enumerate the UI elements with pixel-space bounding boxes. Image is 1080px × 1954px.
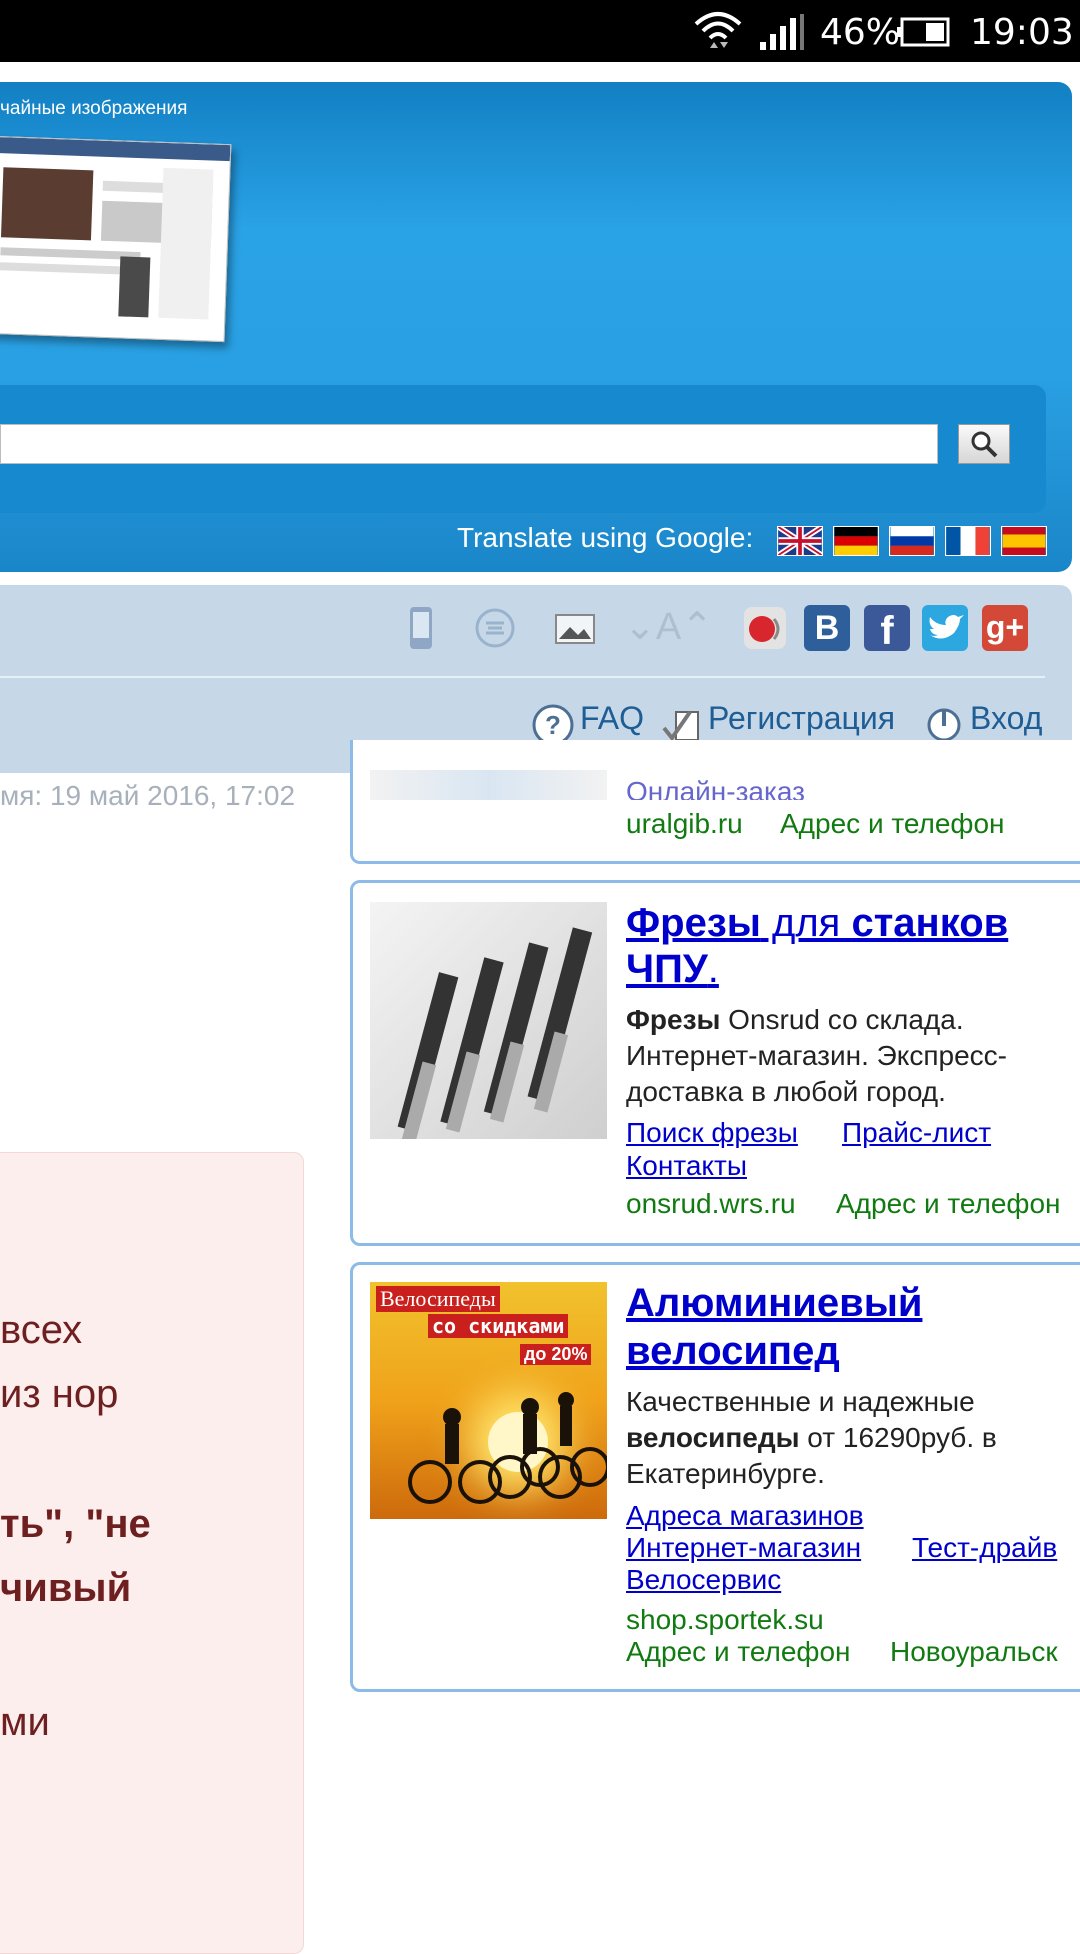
battery-percent: 46% — [820, 12, 901, 53]
ad-title-part[interactable]: . — [708, 947, 719, 991]
faq-link[interactable]: FAQ — [580, 700, 644, 737]
random-image-thumbnail[interactable] — [0, 135, 232, 343]
facebook-icon[interactable]: f — [864, 605, 910, 653]
ad-title[interactable]: Алюминиевый — [626, 1280, 922, 1326]
signal-icon — [760, 14, 804, 50]
post-box — [0, 1152, 304, 1954]
spanish-flag-icon[interactable] — [1001, 526, 1047, 556]
post-text-line: из нор — [0, 1372, 119, 1416]
ad-text: Качественные и надежные — [626, 1386, 975, 1417]
russian-flag-icon[interactable] — [889, 526, 935, 556]
uk-flag-icon[interactable] — [777, 526, 823, 556]
ad-address-link[interactable]: Адрес и телефон — [626, 1636, 851, 1668]
post-text-line: ми — [0, 1700, 50, 1744]
post-text-line: всех — [0, 1308, 83, 1352]
ad-image-text: до 20% — [520, 1344, 592, 1365]
ad-link[interactable]: Прайс-лист — [842, 1117, 991, 1149]
speaker-icon[interactable] — [742, 605, 788, 651]
ad-description: Фрезы Onsrud со склада. Интернет-магазин… — [626, 1002, 1066, 1110]
svg-text:?: ? — [545, 710, 561, 740]
header-caption: чайные изображения — [0, 98, 188, 119]
power-icon — [927, 708, 961, 742]
font-size-icon[interactable]: ⌄A⌃ — [624, 604, 713, 649]
wifi-icon — [694, 12, 742, 48]
ad-uralgib — [350, 740, 1080, 864]
battery-icon — [897, 17, 950, 47]
search-input[interactable] — [0, 424, 938, 464]
search-button[interactable] — [958, 424, 1010, 464]
search-icon — [971, 431, 998, 458]
german-flag-icon[interactable] — [833, 526, 879, 556]
login-link[interactable]: Вход — [970, 700, 1042, 737]
ad-address-link[interactable]: Адрес и телефон — [780, 808, 1005, 840]
google-plus-icon[interactable]: g+ — [982, 605, 1028, 651]
ad-image-bicycles[interactable]: Велосипеды со скидками до 20% — [370, 1282, 607, 1519]
ad-title[interactable]: Фрезы для станков ЧПУ. — [626, 900, 1056, 992]
ad-domain[interactable]: uralgib.ru — [626, 808, 743, 840]
ad-city[interactable]: Новоуральск — [890, 1636, 1058, 1668]
ad-title-part[interactable]: Фрезы — [626, 901, 761, 945]
zen-icon[interactable] — [472, 605, 518, 651]
ad-domain[interactable]: shop.sportek.su — [626, 1604, 824, 1636]
ad-image-milling-cutters[interactable] — [370, 902, 607, 1139]
ad-link[interactable]: Онлайн-заказ — [626, 770, 805, 800]
ad-image — [370, 770, 607, 800]
ad-link[interactable]: Адреса магазинов — [626, 1500, 864, 1532]
ad-link[interactable]: Тест-драйв — [912, 1532, 1057, 1564]
mobile-icon[interactable] — [398, 605, 444, 651]
post-text-line: чивый — [0, 1566, 132, 1610]
ad-address-link[interactable]: Адрес и телефон — [836, 1188, 1061, 1220]
ad-link[interactable]: Контакты — [626, 1150, 747, 1182]
vk-icon[interactable]: B — [804, 605, 850, 651]
post-text-line: ть", "не — [0, 1502, 151, 1546]
status-bar: 46% 19:03 — [0, 0, 1080, 62]
ad-image-text: со скидками — [428, 1314, 569, 1338]
ad-title-part[interactable]: для — [761, 901, 852, 945]
twitter-icon[interactable] — [922, 605, 968, 651]
clock: 19:03 — [970, 12, 1074, 53]
updated-time: мя: 19 май 2016, 17:02 — [0, 780, 296, 811]
ad-link[interactable]: Велосервис — [626, 1564, 781, 1596]
ad-text-bold: Фрезы — [626, 1004, 721, 1035]
ad-text-bold: велосипеды — [626, 1422, 800, 1453]
translate-label: Translate using Google: — [457, 522, 754, 553]
ad-image-text: Велосипеды — [376, 1286, 500, 1312]
register-link[interactable]: Регистрация — [708, 700, 895, 737]
divider — [0, 676, 1045, 678]
ad-domain[interactable]: onsrud.wrs.ru — [626, 1188, 796, 1220]
french-flag-icon[interactable] — [945, 526, 991, 556]
ad-description: Качественные и надежные велосипеды от 16… — [626, 1384, 1066, 1492]
ad-link[interactable]: Интернет-магазин — [626, 1532, 861, 1564]
ad-title[interactable]: велосипед — [626, 1328, 840, 1374]
image-icon[interactable] — [552, 605, 598, 651]
ad-link[interactable]: Поиск фрезы — [626, 1117, 798, 1149]
